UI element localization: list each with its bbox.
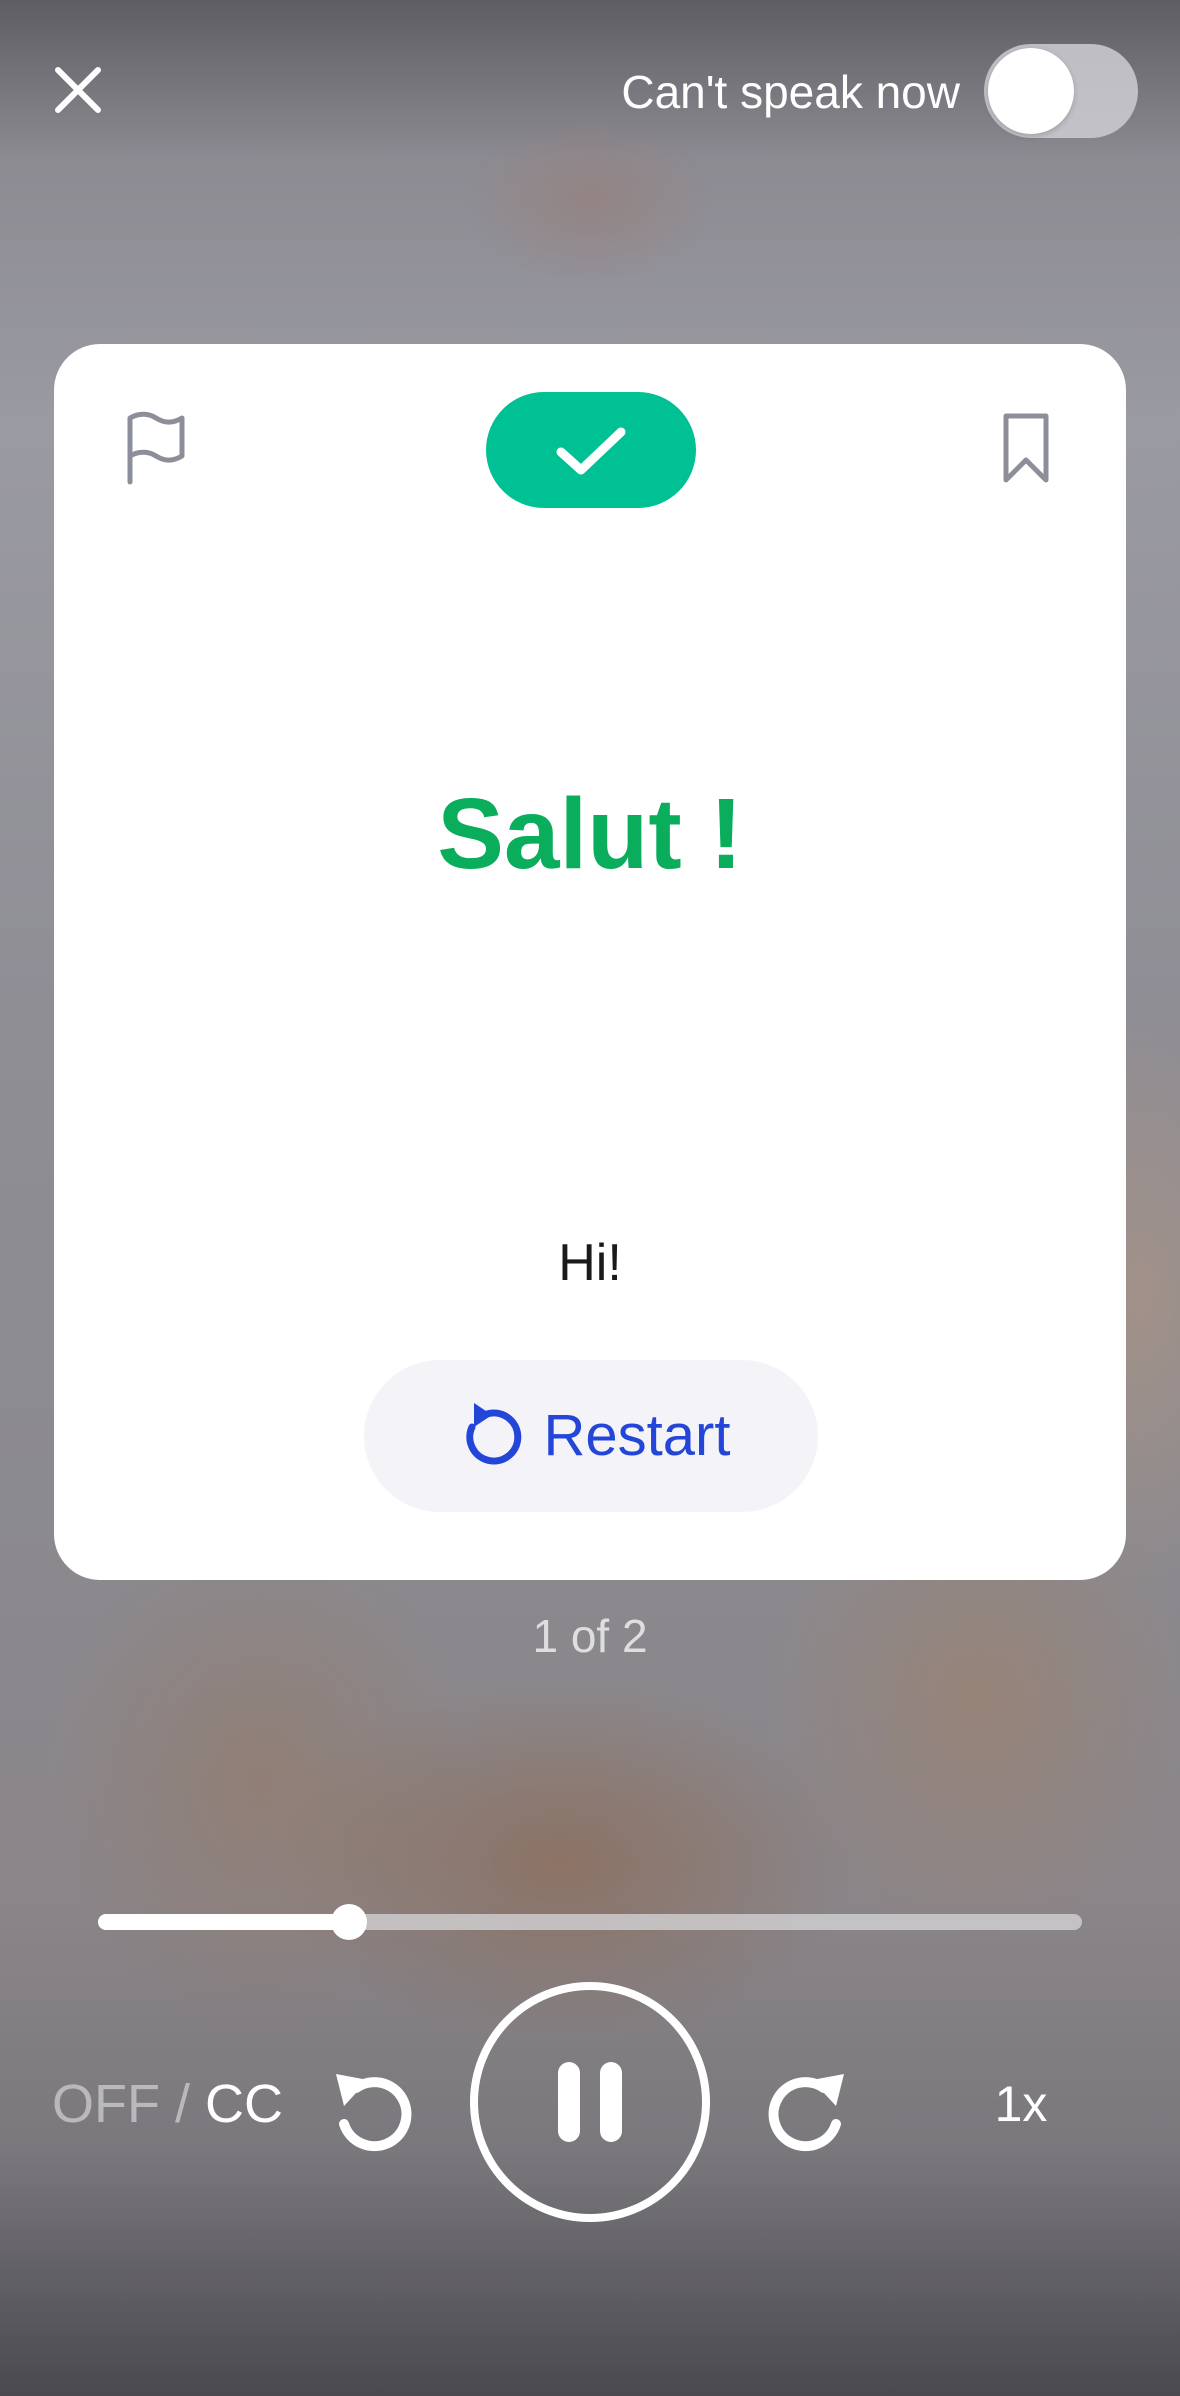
- card-counter: 1 of 2: [532, 1610, 648, 1662]
- checkmark-icon: [556, 427, 626, 475]
- progress-thumb[interactable]: [330, 1904, 367, 1940]
- restart-button[interactable]: Restart: [364, 1360, 818, 1512]
- playback-speed-button[interactable]: 1x: [980, 2074, 1062, 2134]
- restart-label: Restart: [543, 1403, 731, 1468]
- bookmark-button[interactable]: [988, 410, 1064, 486]
- rewind-icon: [336, 2074, 412, 2152]
- correct-status-badge: [486, 392, 696, 508]
- captions-off-label: OFF: [52, 2074, 160, 2134]
- forward-icon: [768, 2074, 844, 2152]
- captions-toggle[interactable]: OFF / CC: [52, 2074, 283, 2134]
- cant-speak-toggle[interactable]: [984, 44, 1138, 138]
- toggle-knob: [988, 48, 1074, 134]
- phrase-card: Salut ! Hi! Restart: [54, 344, 1126, 1580]
- restart-icon: [465, 1403, 521, 1465]
- flag-button[interactable]: [116, 410, 192, 486]
- close-button[interactable]: [40, 52, 116, 128]
- cant-speak-label: Can't speak now: [621, 66, 960, 118]
- rewind-button[interactable]: [318, 2058, 428, 2168]
- captions-separator: /: [175, 2074, 191, 2134]
- captions-on-label: CC: [205, 2074, 284, 2134]
- close-icon: [55, 67, 101, 113]
- translation-text: Hi!: [558, 1234, 622, 1292]
- flag-icon: [127, 411, 185, 485]
- forward-button[interactable]: [752, 2058, 862, 2168]
- bookmark-icon: [1003, 413, 1049, 483]
- playback-progress-bar[interactable]: [98, 1904, 1082, 1940]
- pause-button[interactable]: [470, 1982, 710, 2222]
- pause-icon: [558, 2062, 622, 2142]
- progress-fill: [98, 1914, 349, 1930]
- phrase-text: Salut !: [437, 778, 743, 890]
